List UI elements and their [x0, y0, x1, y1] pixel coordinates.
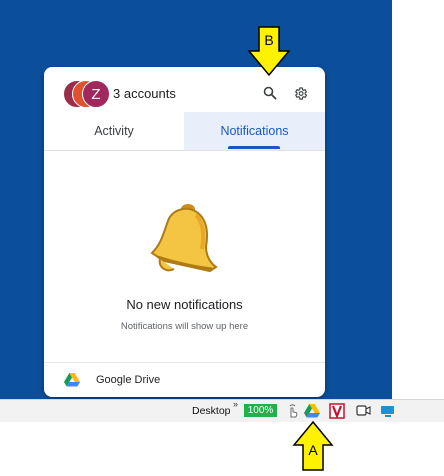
- taskbar-overflow-chevron[interactable]: »: [233, 399, 238, 409]
- callout-label-b: B: [264, 32, 274, 48]
- tab-activity[interactable]: Activity: [44, 112, 184, 150]
- callout-label-a: A: [308, 442, 318, 458]
- popup-footer[interactable]: Google Drive: [44, 362, 325, 397]
- vpn-tray-icon[interactable]: [329, 403, 345, 419]
- taskbar-desktop-label[interactable]: Desktop: [192, 405, 231, 417]
- bell-icon: [150, 204, 218, 273]
- touch-keyboard-icon[interactable]: [285, 403, 301, 419]
- google-drive-icon: [64, 373, 80, 387]
- settings-button[interactable]: [289, 82, 311, 104]
- google-drive-tray-icon[interactable]: [304, 403, 320, 419]
- taskbar: Desktop » 100%: [0, 399, 444, 422]
- search-button[interactable]: [259, 82, 281, 104]
- battery-indicator[interactable]: 100%: [244, 404, 277, 417]
- accounts-label[interactable]: 3 accounts: [113, 86, 176, 101]
- tab-bar: Activity Notifications: [44, 112, 325, 151]
- active-tab-indicator: [228, 146, 280, 149]
- display-tray-icon[interactable]: [380, 403, 396, 419]
- screen-edge: [392, 0, 444, 399]
- empty-state-subtitle: Notifications will show up here: [120, 321, 249, 332]
- gear-icon: [294, 86, 307, 100]
- meeting-tray-icon[interactable]: [355, 403, 371, 419]
- account-avatars[interactable]: Z: [63, 80, 111, 108]
- empty-state-title: No new notifications: [126, 297, 243, 312]
- drive-notifications-popup: Z 3 accounts Activity Notifications No n…: [44, 67, 325, 397]
- search-icon: [263, 86, 277, 100]
- avatar: Z: [82, 80, 110, 108]
- callout-arrow-a: A: [292, 420, 334, 472]
- callout-arrow-b: B: [247, 25, 291, 77]
- google-drive-label: Google Drive: [96, 374, 161, 386]
- tab-notifications[interactable]: Notifications: [184, 112, 325, 150]
